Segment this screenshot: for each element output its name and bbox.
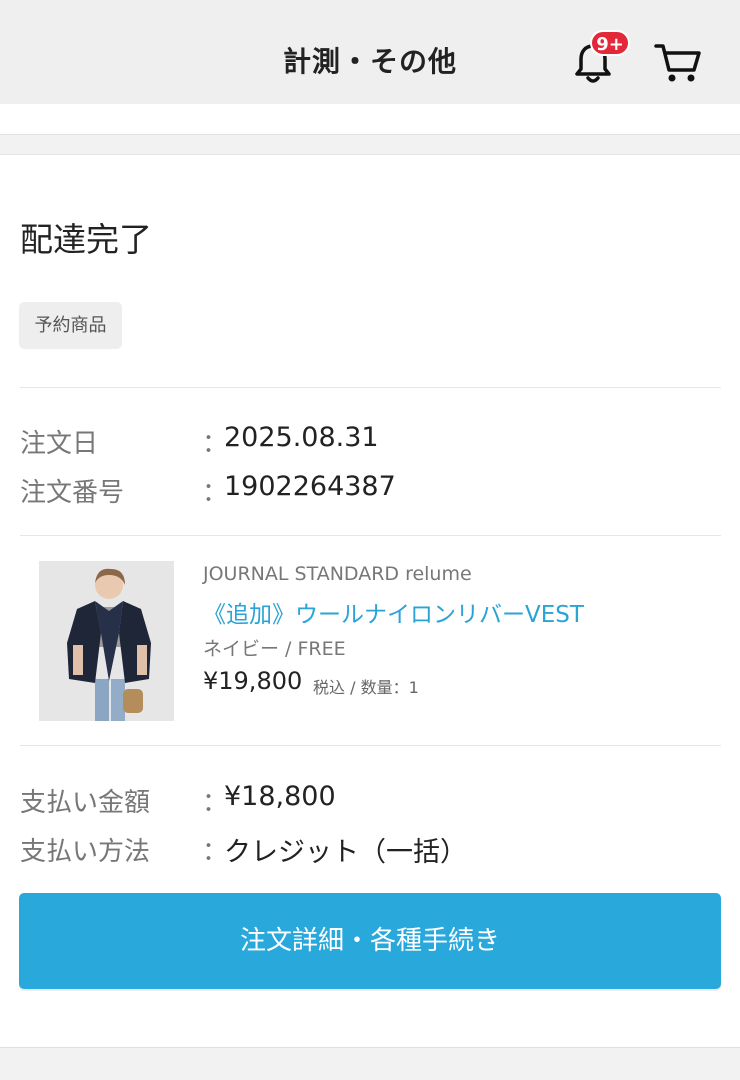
order-details-button[interactable]: 注文詳細・各種手続き bbox=[19, 893, 721, 989]
delivery-status: 配達完了 bbox=[20, 220, 152, 259]
order-number-value: 1902264387 bbox=[224, 471, 396, 502]
order-number-label: 注文番号 bbox=[20, 478, 125, 508]
payment-method-label: 支払い方法 bbox=[20, 837, 151, 867]
product-variant: ネイビー / FREE bbox=[203, 638, 346, 660]
product-image[interactable] bbox=[39, 561, 174, 721]
cart-icon[interactable] bbox=[652, 40, 704, 86]
payment-amount-value: ¥18,800 bbox=[224, 781, 336, 812]
preorder-tag: 予約商品 bbox=[19, 302, 122, 349]
divider bbox=[20, 387, 721, 388]
product-price: ¥19,800 bbox=[203, 667, 303, 695]
product-name-link[interactable]: 《追加》ウールナイロンリバーVEST bbox=[203, 595, 584, 629]
product-brand: JOURNAL STANDARD relume bbox=[203, 563, 472, 585]
price-note: 税込 / 数量：1 bbox=[313, 678, 419, 697]
order-card: 配達完了 予約商品 注文日 ： 2025.08.31 注文番号 ： 190226… bbox=[0, 154, 740, 1048]
payment-amount-label: 支払い金額 bbox=[20, 788, 151, 818]
app-header: 計測・その他 9+ bbox=[0, 0, 740, 104]
previous-card-edge bbox=[0, 104, 740, 135]
payment-method-value: クレジット（一括） bbox=[224, 837, 467, 868]
divider bbox=[20, 745, 721, 746]
notification-badge: 9+ bbox=[590, 30, 630, 56]
divider bbox=[20, 535, 721, 536]
order-date-value: 2025.08.31 bbox=[224, 422, 379, 453]
order-date-label: 注文日 bbox=[20, 429, 99, 459]
